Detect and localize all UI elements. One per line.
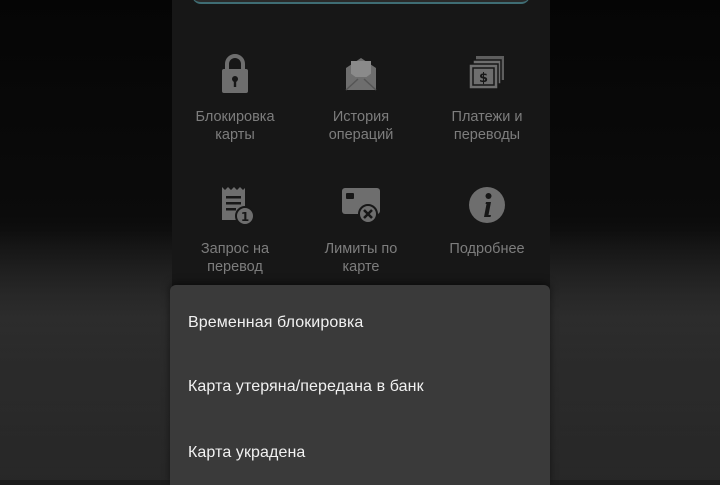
lock-icon	[222, 54, 248, 93]
action-card-limits[interactable]: Лимиты по карте	[298, 182, 424, 276]
background-glow-left	[0, 230, 172, 480]
action-block-card[interactable]: Блокировка карты	[172, 50, 298, 144]
action-more-info[interactable]: Подробнее	[424, 182, 550, 258]
action-label: Платежи и переводы	[451, 109, 523, 143]
envelope-icon	[345, 58, 377, 91]
info-icon	[469, 187, 505, 223]
action-label: Подробнее	[449, 241, 525, 257]
background-glow-right	[550, 230, 720, 480]
card-preview-edge[interactable]	[192, 0, 530, 4]
option-temporary-block[interactable]: Временная блокировка	[188, 313, 363, 333]
banknotes-icon: $	[468, 56, 504, 90]
action-label: Блокировка карты	[195, 109, 275, 143]
request-doc-icon: 1	[222, 187, 255, 226]
action-history[interactable]: История операций	[298, 50, 424, 144]
svg-text:1: 1	[241, 210, 249, 224]
block-card-bottom-sheet: Временная блокировка Карта утеряна/перед…	[170, 285, 550, 485]
action-label: Запрос на перевод	[200, 241, 270, 275]
action-payments[interactable]: $ Платежи и переводы	[424, 50, 550, 144]
action-label: Лимиты по карте	[324, 241, 398, 275]
svg-text:$: $	[479, 71, 488, 86]
action-transfer-request[interactable]: 1 Запрос на перевод	[172, 182, 298, 276]
option-card-stolen[interactable]: Карта украдена	[188, 443, 305, 463]
option-card-lost[interactable]: Карта утеряна/передана в банк	[188, 377, 424, 397]
card-limit-icon	[342, 188, 380, 224]
action-label: История операций	[328, 109, 394, 143]
